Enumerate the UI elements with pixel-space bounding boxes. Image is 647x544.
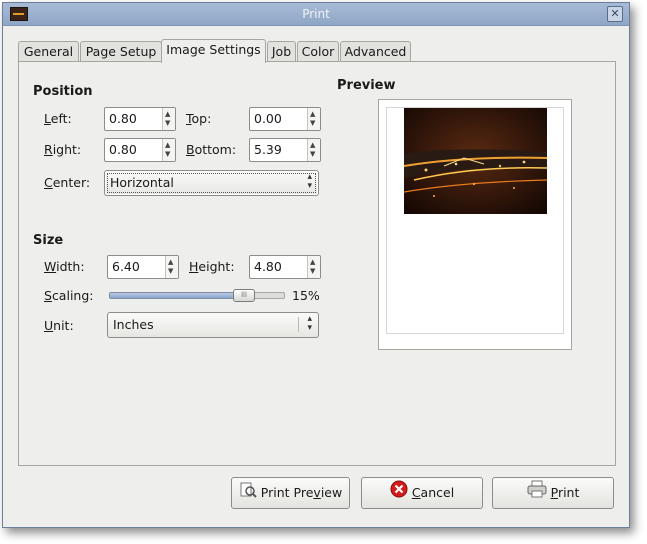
left-label: Left: bbox=[44, 111, 72, 126]
close-icon[interactable]: ✕ bbox=[607, 6, 623, 22]
window-title: Print bbox=[302, 7, 330, 21]
height-spinner-arrows[interactable]: ▲ ▼ bbox=[307, 256, 320, 278]
print-preview-icon bbox=[239, 479, 257, 509]
print-preview-button[interactable]: Print Preview bbox=[231, 477, 350, 509]
preview-image bbox=[404, 108, 547, 214]
print-button[interactable]: Print bbox=[492, 477, 614, 509]
right-spinbox[interactable]: 0.80 ▲ ▼ bbox=[104, 138, 176, 162]
center-combo[interactable]: Horizontal ▴ ▾ bbox=[104, 170, 319, 196]
height-label: Height: bbox=[189, 259, 235, 274]
combo-arrows-icon: ▴ ▾ bbox=[307, 314, 312, 333]
bottom-spinbox[interactable]: 5.39 ▲ ▼ bbox=[249, 138, 321, 162]
title-bar[interactable]: Print ✕ bbox=[3, 3, 629, 26]
scaling-slider-fill[interactable] bbox=[109, 292, 236, 299]
unit-label: Unit: bbox=[44, 318, 74, 333]
preview-area bbox=[378, 99, 572, 350]
image-settings-panel: Position Left: 0.80 ▲ ▼ Top: 0.00 ▲ ▼ Righ… bbox=[18, 61, 616, 466]
tab-advanced[interactable]: Advanced bbox=[340, 41, 411, 62]
preview-page bbox=[386, 107, 564, 334]
tab-job[interactable]: Job bbox=[267, 41, 296, 62]
night-city-photo bbox=[404, 108, 547, 214]
preview-heading: Preview bbox=[337, 78, 396, 93]
tab-general[interactable]: General bbox=[18, 41, 79, 62]
center-label: Center: bbox=[44, 175, 91, 190]
combo-arrows-icon: ▴ ▾ bbox=[307, 172, 312, 191]
position-heading: Position bbox=[33, 84, 93, 99]
right-value: 0.80 bbox=[109, 142, 137, 157]
top-value: 0.00 bbox=[254, 111, 282, 126]
right-spinner-arrows[interactable]: ▲ ▼ bbox=[162, 139, 175, 161]
scaling-label: Scaling: bbox=[44, 288, 94, 303]
width-label: Width: bbox=[44, 259, 85, 274]
width-spinbox[interactable]: 6.40 ▲ ▼ bbox=[107, 255, 179, 279]
unit-combo[interactable]: Inches ▴ ▾ bbox=[107, 312, 319, 338]
scaling-value: 15% bbox=[292, 288, 320, 303]
size-heading: Size bbox=[33, 233, 64, 248]
right-label: Right: bbox=[44, 142, 82, 157]
left-spinbox[interactable]: 0.80 ▲ ▼ bbox=[104, 107, 176, 131]
unit-value: Inches bbox=[113, 317, 154, 332]
top-spinbox[interactable]: 0.00 ▲ ▼ bbox=[249, 107, 321, 131]
cancel-icon bbox=[390, 479, 408, 509]
tab-page-setup[interactable]: Page Setup bbox=[80, 41, 162, 62]
scaling-slider-thumb[interactable]: lll bbox=[233, 289, 255, 302]
bottom-label: Bottom: bbox=[186, 142, 237, 157]
center-value: Horizontal bbox=[110, 175, 174, 190]
tab-image-settings[interactable]: Image Settings bbox=[161, 39, 266, 63]
cancel-button[interactable]: Cancel bbox=[361, 477, 483, 509]
left-value: 0.80 bbox=[109, 111, 137, 126]
height-value: 4.80 bbox=[254, 259, 282, 274]
top-label: Top: bbox=[186, 111, 212, 126]
top-spinner-arrows[interactable]: ▲ ▼ bbox=[307, 108, 320, 130]
bottom-value: 5.39 bbox=[254, 142, 282, 157]
printer-icon bbox=[527, 479, 547, 509]
bottom-spinner-arrows[interactable]: ▲ ▼ bbox=[307, 139, 320, 161]
width-value: 6.40 bbox=[112, 259, 140, 274]
width-spinner-arrows[interactable]: ▲ ▼ bbox=[165, 256, 178, 278]
print-dialog: Print ✕ General Page Setup Image Setting… bbox=[2, 2, 630, 528]
tab-color[interactable]: Color bbox=[297, 41, 339, 62]
left-spinner-arrows[interactable]: ▲ ▼ bbox=[162, 108, 175, 130]
height-spinbox[interactable]: 4.80 ▲ ▼ bbox=[249, 255, 321, 279]
